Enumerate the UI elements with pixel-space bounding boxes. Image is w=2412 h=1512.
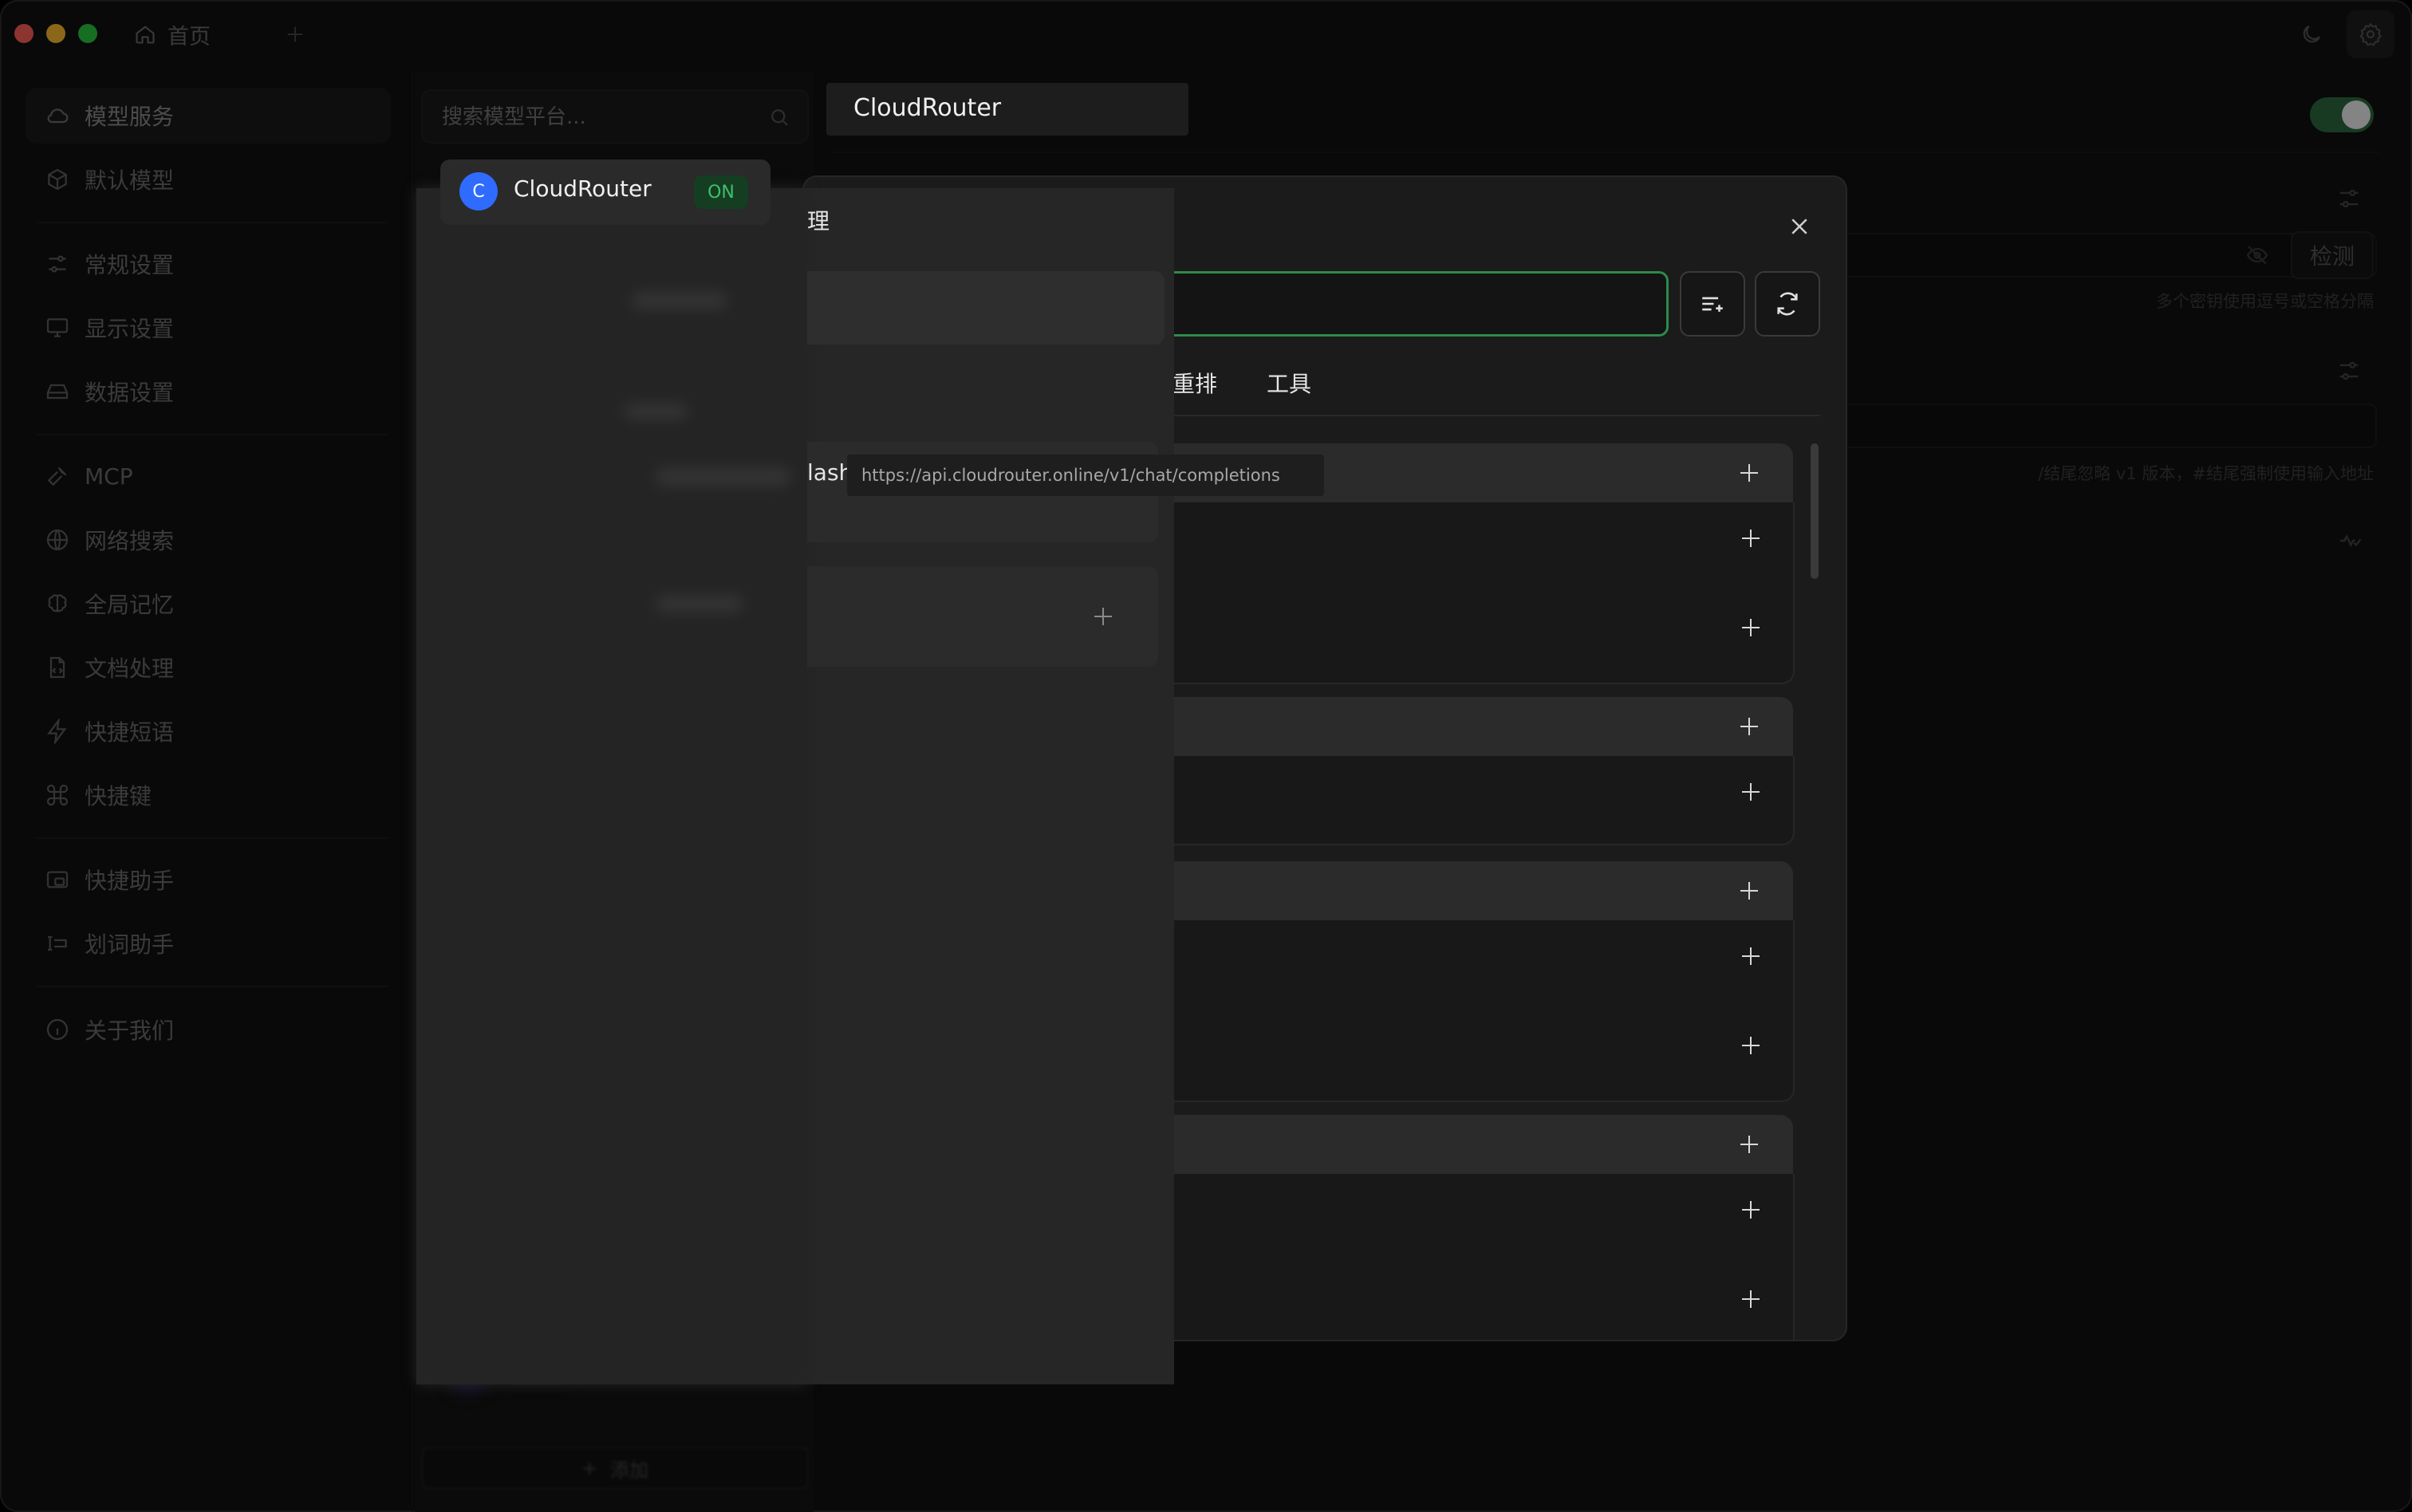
add-model-button[interactable] [1731,1279,1771,1319]
add-group-button[interactable] [1729,871,1769,911]
panel-field[interactable] [807,271,1165,345]
provider-name: CloudRouter [514,175,652,202]
refresh-models-button[interactable] [1755,271,1820,337]
model-edit-panel: 理 lash [416,188,1174,1384]
tab-rerank[interactable]: 重排 [1172,367,1217,399]
model-list-scrollbar[interactable] [1811,443,1819,579]
add-item-card[interactable] [807,566,1158,667]
provider-item-selected[interactable]: C CloudRouter ON [440,159,770,225]
add-model-button[interactable] [1731,1190,1771,1230]
add-model-button[interactable] [1731,772,1771,812]
add-group-button[interactable] [1729,453,1769,493]
model-name-fragment: lash [807,459,853,486]
add-group-button[interactable] [1729,707,1769,746]
panel-title-fragment: 理 [807,208,830,234]
blurred-content [416,188,807,1384]
close-icon [1787,215,1811,238]
add-model-button[interactable] [1731,608,1771,648]
active-provider-title: CloudRouter [853,94,1002,122]
add-item-button[interactable] [1083,597,1123,636]
close-button[interactable] [1776,203,1823,250]
list-plus-icon [1699,290,1726,317]
provider-avatar-letter: C [472,181,485,202]
active-provider-title-bar: CloudRouter [826,83,1188,136]
add-model-button[interactable] [1731,936,1771,976]
refresh-icon [1774,290,1801,317]
add-model-button[interactable] [1731,518,1771,558]
endpoint-tooltip: https://api.cloudrouter.online/v1/chat/c… [847,455,1324,496]
app-window: 首页 模型服务 默认模型 常规设置 显示设置 数据设置 MCP 网络搜索 全局记… [0,0,2412,1512]
add-group-button[interactable] [1729,1124,1769,1164]
tab-tools[interactable]: 工具 [1267,367,1311,399]
provider-avatar: C [459,172,498,211]
add-model-button[interactable] [1731,1026,1771,1065]
add-model-list-button[interactable] [1680,271,1745,337]
status-badge: ON [694,175,748,209]
